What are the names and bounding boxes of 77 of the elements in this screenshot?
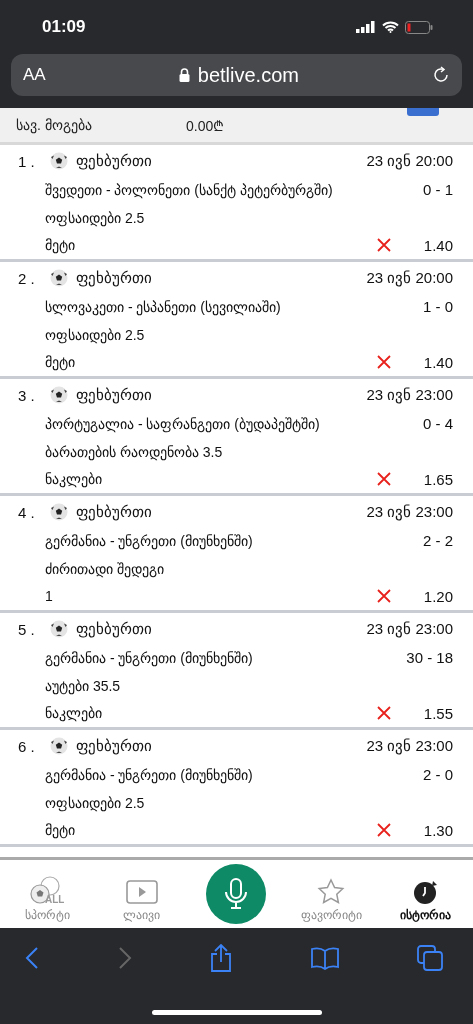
market-name: აუტები 35.5: [45, 677, 121, 694]
match-score: 0 - 4: [423, 415, 453, 433]
soccer-ball-icon: [50, 737, 68, 755]
match-score: 2 - 2: [423, 532, 453, 550]
sport-label: ფეხბურთი: [76, 503, 153, 521]
status-time: 01:09: [41, 17, 86, 37]
bet-number: 6 .: [18, 737, 36, 755]
match-date: 23 ივნ 20:00: [366, 269, 453, 287]
match-score: 2 - 0: [423, 766, 453, 784]
nav-tab[interactable]: ფავორიტი: [286, 860, 377, 928]
bet-odds: 1.20: [422, 588, 453, 605]
match-score: 1 - 0: [423, 298, 453, 316]
match-date: 23 ივნ 23:00: [366, 737, 453, 755]
bet-number: 4 .: [18, 503, 36, 521]
clock-icon: [411, 878, 440, 906]
sport-label: ფეხბურთი: [76, 737, 153, 755]
bet-pick: მეტი: [45, 237, 76, 254]
share-icon[interactable]: [210, 944, 232, 972]
market-name: ოფსაიდები 2.5: [45, 326, 145, 343]
sport-label: ფეხბურთი: [76, 620, 153, 638]
star-icon: [317, 878, 346, 906]
bet-odds: 1.65: [422, 471, 453, 488]
lock-icon: [178, 68, 190, 82]
market-name: ძირითადი შედეგი: [45, 560, 164, 577]
back-icon[interactable]: [25, 946, 39, 970]
bet-number: 1 .: [18, 152, 36, 170]
bet-odds: 1.40: [422, 354, 453, 371]
tabs-icon[interactable]: [417, 945, 443, 971]
match-score: 0 - 1: [423, 181, 453, 199]
match-date: 23 ივნ 23:00: [366, 503, 453, 521]
bet-odds: 1.55: [422, 705, 453, 722]
forward-icon[interactable]: [117, 946, 132, 970]
bet-number: 3 .: [18, 386, 36, 404]
match-date: 23 ივნ 23:00: [366, 386, 453, 404]
match-name: გერმანია - უნგრეთი (მიუნხენში): [45, 649, 254, 666]
match-name: გერმანია - უნგრეთი (მიუნხენში): [45, 766, 254, 783]
wifi-icon: [382, 21, 399, 33]
soccer-ball-icon: [50, 269, 68, 287]
match-name: შვედეთი - პოლონეთი (სანქტ პეტერბურგში): [45, 181, 334, 198]
address-bar[interactable]: AA betlive.com: [11, 54, 462, 96]
bet-number: 5 .: [18, 620, 36, 638]
sport-label: ფეხბურთი: [76, 386, 153, 404]
bet-pick: მეტი: [45, 354, 76, 371]
bet-pick: 1: [45, 588, 54, 605]
nav-tab[interactable]: ლაივი: [96, 860, 187, 928]
match-name: სლოვაკეთი - ესპანეთი (სევილიაში): [45, 298, 282, 315]
sport-label: ფეხბურთი: [76, 152, 153, 170]
soccer-ball-icon: [50, 503, 68, 521]
market-name: ოფსაიდები 2.5: [45, 209, 145, 226]
soccer-ball-icon: [50, 152, 68, 170]
soccer-ball-icon: [50, 386, 68, 404]
match-date: 23 ივნ 23:00: [366, 620, 453, 638]
bet-odds: 1.40: [422, 237, 453, 254]
microphone-icon: [225, 878, 248, 910]
match-score: 30 - 18: [406, 649, 453, 667]
market-name: ოფსაიდები 2.5: [45, 794, 145, 811]
summary-label: სავ. მოგება: [16, 117, 93, 133]
bet-odds: 1.30: [422, 822, 453, 839]
play-icon: [125, 880, 158, 906]
match-name: გერმანია - უნგრეთი (მიუნხენში): [45, 532, 254, 549]
soccer-ball-icon: [50, 620, 68, 638]
sport-label: ფეხბურთი: [76, 269, 153, 287]
bet-pick: ნაკლები: [45, 705, 103, 722]
match-date: 23 ივნ 20:00: [366, 152, 453, 170]
reload-icon[interactable]: [432, 66, 450, 84]
summary-value: 0.00₾: [186, 116, 225, 135]
bookmarks-icon[interactable]: [310, 946, 339, 970]
bet-pick: მეტი: [45, 822, 76, 839]
bet-pick: ნაკლები: [45, 471, 103, 488]
signal-icon: [356, 21, 376, 33]
nav-tab[interactable]: ALL სპორტი: [2, 860, 93, 928]
match-name: პორტუგალია - საფრანგეთი (ბუდაპეშტში): [45, 415, 321, 432]
text-size-button[interactable]: AA: [23, 65, 46, 85]
market-name: ბარათების რაოდენობა 3.5: [45, 443, 223, 460]
url-text: betlive.com: [197, 63, 299, 87]
battery-icon: [405, 20, 433, 34]
bet-number: 2 .: [18, 269, 36, 287]
